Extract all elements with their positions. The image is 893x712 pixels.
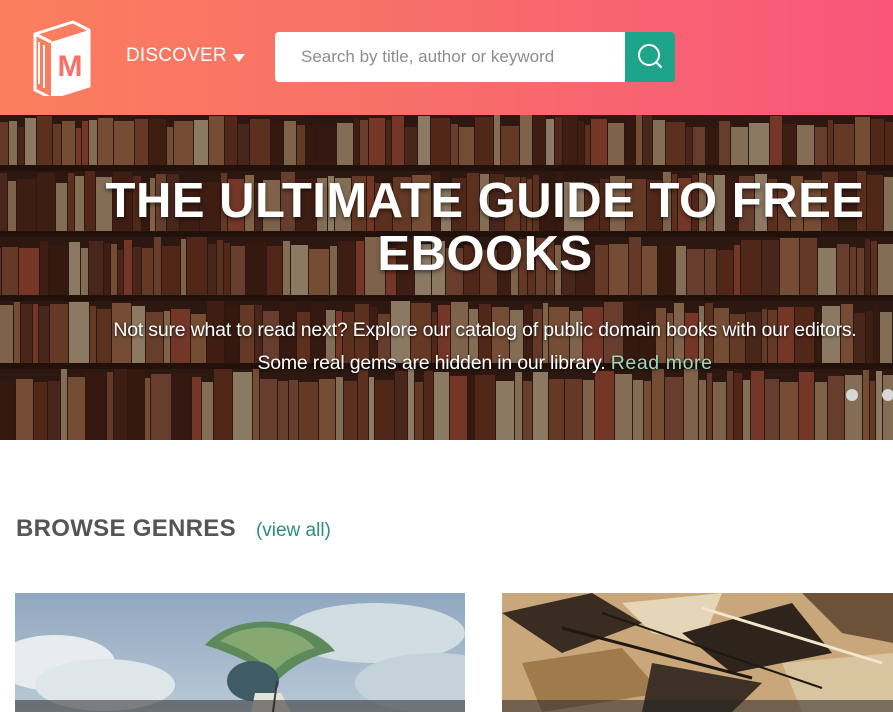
hero-banner: THE ULTIMATE GUIDE TO FREE EBOOKS Not su… [0,115,893,440]
genres-title: BROWSE GENRES [16,515,236,542]
genre-card-2-image [502,593,893,712]
logo-letter: M [58,50,83,83]
hero-title: THE ULTIMATE GUIDE TO FREE EBOOKS [105,174,865,281]
carousel-dot-1[interactable] [846,389,858,401]
view-all-link[interactable]: (view all) [256,520,331,542]
genre-card-2[interactable] [502,593,893,712]
carousel-dots [846,389,893,401]
read-more-link[interactable]: Read more [611,352,713,374]
search-button[interactable] [625,32,675,82]
book-logo-icon: M [33,20,91,100]
hero-description: Not sure what to read next? Explore our … [90,314,880,380]
hero-description-text: Not sure what to read next? Explore our … [113,319,857,374]
discover-label: DISCOVER [126,45,227,66]
search-bar [275,32,675,82]
site-header: M DISCOVER [0,0,893,115]
discover-menu[interactable]: DISCOVER [126,44,245,68]
caret-down-icon [232,53,245,62]
search-icon [638,44,662,68]
search-input[interactable] [275,32,625,82]
logo[interactable]: M [33,18,91,100]
genre-card-1[interactable] [15,593,465,712]
genres-header: BROWSE GENRES (view all) [16,515,331,543]
genre-card-1-image [15,593,465,712]
carousel-dot-2[interactable] [882,389,893,401]
